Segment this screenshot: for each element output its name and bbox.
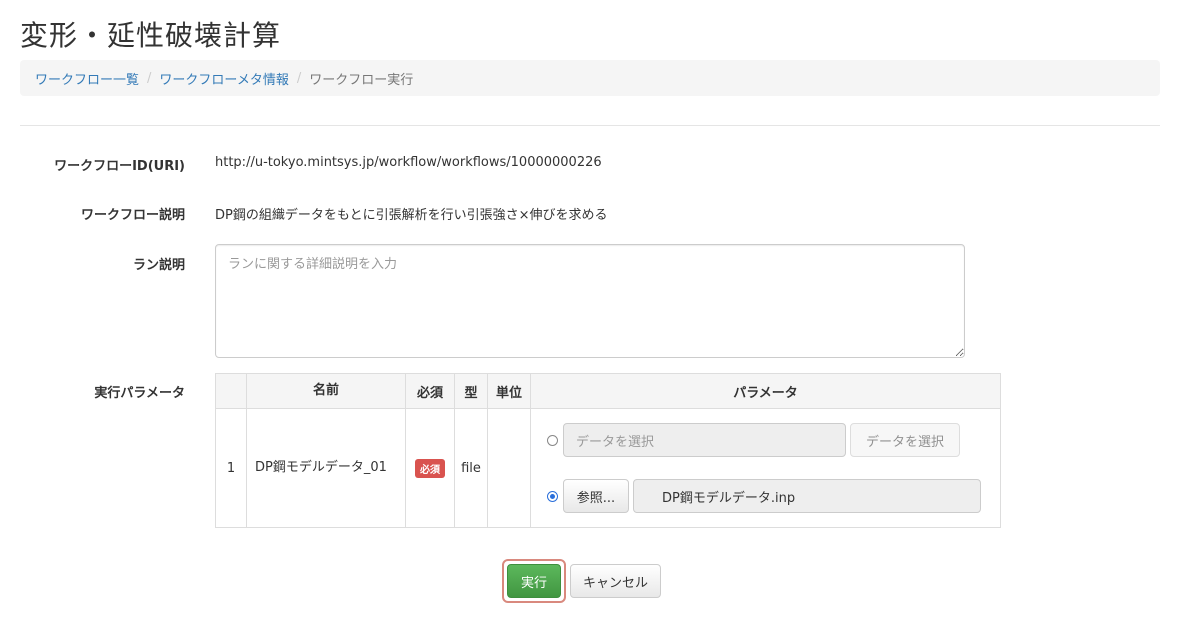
row-required: 必須: [405, 408, 455, 528]
row-unit: [487, 408, 531, 528]
params-label: 実行パラメータ: [94, 386, 185, 401]
data-select-row: データを選択 データを選択: [547, 423, 960, 457]
breadcrumb-workflow-meta[interactable]: ワークフローメタ情報: [159, 69, 288, 88]
row-parameter: データを選択 データを選択 参照... DP鋼モデルデータ.inp: [530, 408, 1001, 528]
workflow-desc-label: ワークフロー説明: [80, 208, 185, 223]
breadcrumb-separator: /: [296, 70, 302, 86]
header-num: [215, 373, 247, 409]
file-browse-radio[interactable]: [547, 490, 558, 502]
row-type: file: [454, 408, 488, 528]
row-num: 1: [215, 408, 247, 528]
file-name-display: DP鋼モデルデータ.inp: [633, 479, 981, 513]
workflow-desc-value: DP鋼の組織データをもとに引張解析を行い引張強さ×伸びを求める: [215, 208, 608, 223]
params-table: 名前 必須 型 単位 パラメータ 1 DP鋼モデルデータ_01 必須 file …: [215, 373, 1001, 528]
row-name: DP鋼モデルデータ_01: [246, 408, 406, 528]
browse-button[interactable]: 参照...: [563, 479, 629, 513]
header-parameter: パラメータ: [530, 373, 1001, 409]
run-desc-label: ラン説明: [132, 258, 185, 273]
run-button[interactable]: 実行: [507, 564, 561, 598]
breadcrumb-workflow-list[interactable]: ワークフロー一覧: [35, 69, 139, 88]
workflow-id-value: http://u-tokyo.mintsys.jp/workflow/workf…: [215, 155, 602, 170]
page-title: 変形・延性破壊計算: [20, 19, 282, 52]
run-desc-input[interactable]: [215, 244, 965, 358]
divider: [20, 125, 1160, 126]
required-badge: 必須: [415, 458, 445, 478]
header-required: 必須: [405, 373, 455, 409]
table-row: 1 DP鋼モデルデータ_01 必須 file データを選択 データを選択 参照.…: [215, 408, 1001, 528]
cancel-button[interactable]: キャンセル: [570, 564, 661, 598]
breadcrumb-current: ワークフロー実行: [309, 72, 414, 88]
workflow-id-label: ワークフローID(URI): [54, 159, 185, 174]
run-button-highlight: 実行: [502, 559, 566, 603]
header-type: 型: [454, 373, 488, 409]
data-select-radio[interactable]: [547, 434, 558, 446]
file-browse-row: 参照... DP鋼モデルデータ.inp: [547, 479, 981, 513]
header-name: 名前: [246, 373, 406, 409]
data-select-button[interactable]: データを選択: [850, 423, 960, 457]
breadcrumb-separator: /: [147, 70, 152, 86]
data-select-input: データを選択: [563, 423, 846, 457]
header-unit: 単位: [487, 373, 531, 409]
breadcrumb: ワークフロー一覧 / ワークフローメタ情報 / ワークフロー実行: [20, 60, 1160, 96]
